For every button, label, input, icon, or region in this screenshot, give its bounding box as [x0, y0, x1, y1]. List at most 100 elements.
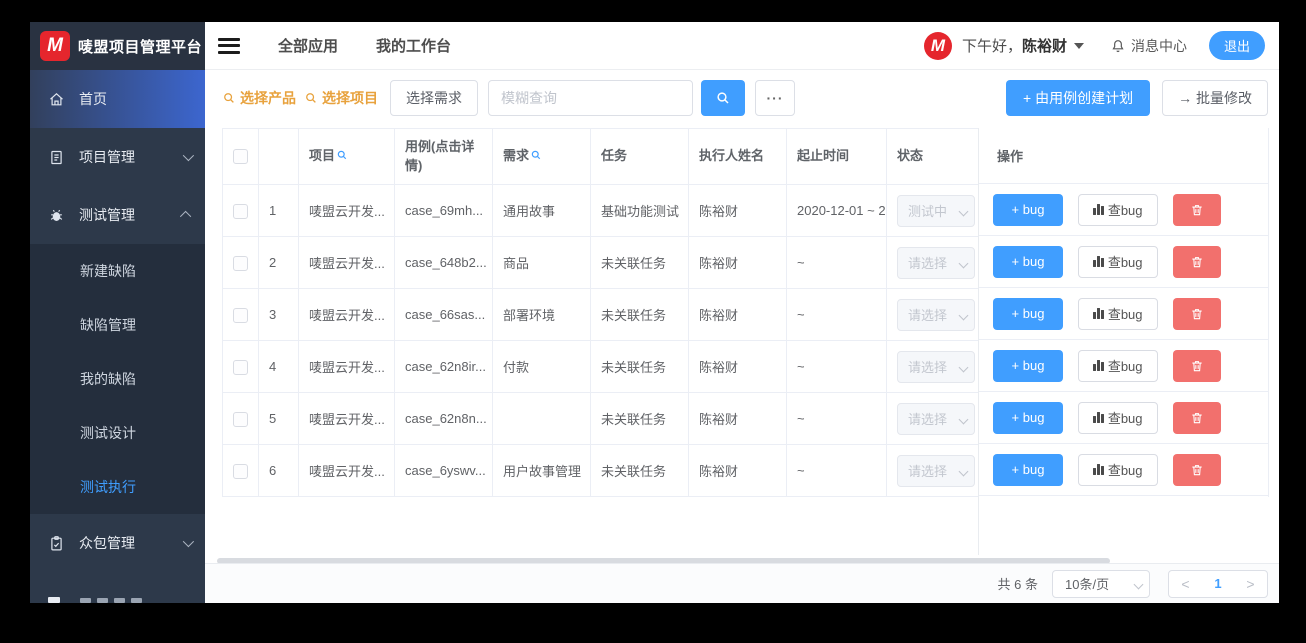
status-select[interactable]: 请选择: [897, 350, 975, 383]
operations-row: + bug 查bug: [979, 288, 1268, 340]
status-select[interactable]: 请选择: [897, 298, 975, 331]
app-window: M 唛盟项目管理平台 首页 项目管理 测试管理 新建缺陷 缺陷管理 我的缺陷 测…: [30, 22, 1279, 603]
select-product-link[interactable]: 选择产品: [222, 88, 296, 108]
sidebar-item-defect-mgmt[interactable]: 缺陷管理: [30, 298, 205, 352]
row-checkbox[interactable]: [233, 255, 248, 271]
status-select[interactable]: 测试中: [897, 194, 975, 227]
status-value: 请选择: [908, 256, 948, 271]
delete-button[interactable]: [1173, 297, 1221, 330]
home-icon: [50, 92, 63, 105]
select-requirement-button[interactable]: 选择需求: [390, 80, 478, 116]
view-bug-button[interactable]: 查bug: [1078, 297, 1158, 330]
sidebar-item-label: 项目管理: [79, 149, 135, 165]
row-index: 3: [258, 288, 299, 341]
select-all-checkbox[interactable]: [233, 149, 248, 165]
avatar[interactable]: M: [923, 31, 952, 60]
sidebar-item-test-mgmt[interactable]: 测试管理: [30, 186, 205, 244]
fuzzy-search-input[interactable]: [488, 80, 693, 116]
case-cell[interactable]: case_62n8ir...: [394, 340, 493, 393]
trash-icon: [1192, 464, 1202, 475]
case-cell[interactable]: case_66sas...: [394, 288, 493, 341]
chevron-up-icon: [179, 210, 192, 223]
row-checkbox[interactable]: [233, 463, 248, 479]
view-bug-button[interactable]: 查bug: [1078, 349, 1158, 382]
topbar: 全部应用 我的工作台 M 下午好，陈裕财 消息中心 退出: [205, 22, 1279, 70]
select-project-link[interactable]: 选择项目: [304, 88, 378, 108]
trash-icon: [1192, 204, 1202, 215]
dates-cell: ~: [786, 444, 887, 497]
delete-button[interactable]: [1173, 453, 1221, 486]
row-index: 5: [258, 392, 299, 445]
add-bug-button[interactable]: + bug: [993, 401, 1063, 434]
status-select[interactable]: 请选择: [897, 246, 975, 279]
delete-button[interactable]: [1173, 193, 1221, 226]
executor-cell: 陈裕财: [688, 184, 787, 237]
more-filters-button[interactable]: ···: [755, 80, 795, 116]
sidebar-item-project-mgmt[interactable]: 项目管理: [30, 128, 205, 186]
pagination-bar: 共 6 条 10条/页 < 1 >: [205, 563, 1279, 603]
delete-button[interactable]: [1173, 349, 1221, 382]
sidebar-item-new-defect[interactable]: 新建缺陷: [30, 244, 205, 298]
row-checkbox[interactable]: [233, 203, 248, 219]
view-bug-button[interactable]: 查bug: [1078, 193, 1158, 226]
sidebar-item-test-design[interactable]: 测试设计: [30, 406, 205, 460]
operations-column: 操作 + bug 查bug + bug 查bug + bug 查bug + bu…: [978, 128, 1268, 555]
case-cell[interactable]: case_62n8n...: [394, 392, 493, 445]
row-checkbox[interactable]: [233, 411, 248, 427]
task-cell: 未关联任务: [590, 392, 689, 445]
sidebar-item-my-defects[interactable]: 我的缺陷: [30, 352, 205, 406]
view-bug-button[interactable]: 查bug: [1078, 245, 1158, 278]
brand-logo: M: [40, 31, 70, 61]
add-bug-button[interactable]: + bug: [993, 349, 1063, 382]
view-bug-button[interactable]: 查bug: [1078, 401, 1158, 434]
add-bug-button[interactable]: + bug: [993, 453, 1063, 486]
view-bug-button[interactable]: 查bug: [1078, 453, 1158, 486]
task-cell: 未关联任务: [590, 288, 689, 341]
search-icon: [224, 93, 234, 103]
status-select[interactable]: 请选择: [897, 454, 975, 487]
row-checkbox[interactable]: [233, 307, 248, 323]
search-icon[interactable]: [530, 149, 542, 161]
logout-button[interactable]: 退出: [1208, 31, 1265, 60]
username[interactable]: 陈裕财: [1022, 38, 1067, 55]
row-index: 2: [258, 236, 299, 289]
prev-page-button[interactable]: <: [1181, 576, 1189, 592]
add-bug-button[interactable]: + bug: [993, 297, 1063, 330]
delete-button[interactable]: [1173, 401, 1221, 434]
status-value: 请选择: [908, 360, 948, 375]
case-cell[interactable]: case_6yswv...: [394, 444, 493, 497]
project-cell: 唛盟云开发...: [298, 236, 395, 289]
case-cell[interactable]: case_69mh...: [394, 184, 493, 237]
current-page[interactable]: 1: [1214, 576, 1221, 591]
row-checkbox[interactable]: [233, 359, 248, 375]
tab-my-workbench[interactable]: 我的工作台: [376, 35, 451, 56]
status-value: 请选择: [908, 412, 948, 427]
requirement-header-label: 需求: [503, 148, 530, 164]
add-bug-button[interactable]: + bug: [993, 193, 1063, 226]
page-size-select[interactable]: 10条/页: [1052, 569, 1150, 598]
task-cell: 未关联任务: [590, 444, 689, 497]
test-execution-table: 项目 用例(点击详情) 需求 任务 执行人姓名 起止时间 状态 1 唛盟云开发.…: [222, 128, 1269, 555]
message-center[interactable]: 消息中心: [1110, 36, 1187, 56]
status-select[interactable]: 请选择: [897, 402, 975, 435]
row-index: 4: [258, 340, 299, 393]
user-dropdown-caret-icon[interactable]: [1073, 42, 1084, 49]
create-plan-button[interactable]: + 由用例创建计划: [1006, 80, 1151, 116]
search-button[interactable]: [701, 80, 745, 116]
sidebar-item-home[interactable]: 首页: [30, 70, 205, 128]
search-icon[interactable]: [336, 149, 348, 161]
case-cell[interactable]: case_648b2...: [394, 236, 493, 289]
next-page-button[interactable]: >: [1246, 576, 1254, 592]
sidebar-item-partial[interactable]: [30, 572, 205, 603]
view-bug-label: 查bug: [1107, 411, 1143, 426]
sidebar-item-test-execution[interactable]: 测试执行: [30, 460, 205, 514]
hamburger-menu-icon[interactable]: [218, 34, 240, 57]
delete-button[interactable]: [1173, 245, 1221, 278]
tab-all-apps[interactable]: 全部应用: [278, 35, 338, 56]
app-title: 唛盟项目管理平台: [78, 38, 203, 56]
bar-chart-icon: [1093, 360, 1104, 371]
batch-edit-button[interactable]: → 批量修改: [1162, 80, 1268, 116]
executor-cell: 陈裕财: [688, 444, 787, 497]
add-bug-button[interactable]: + bug: [993, 245, 1063, 278]
sidebar-item-crowd-mgmt[interactable]: 众包管理: [30, 514, 205, 572]
